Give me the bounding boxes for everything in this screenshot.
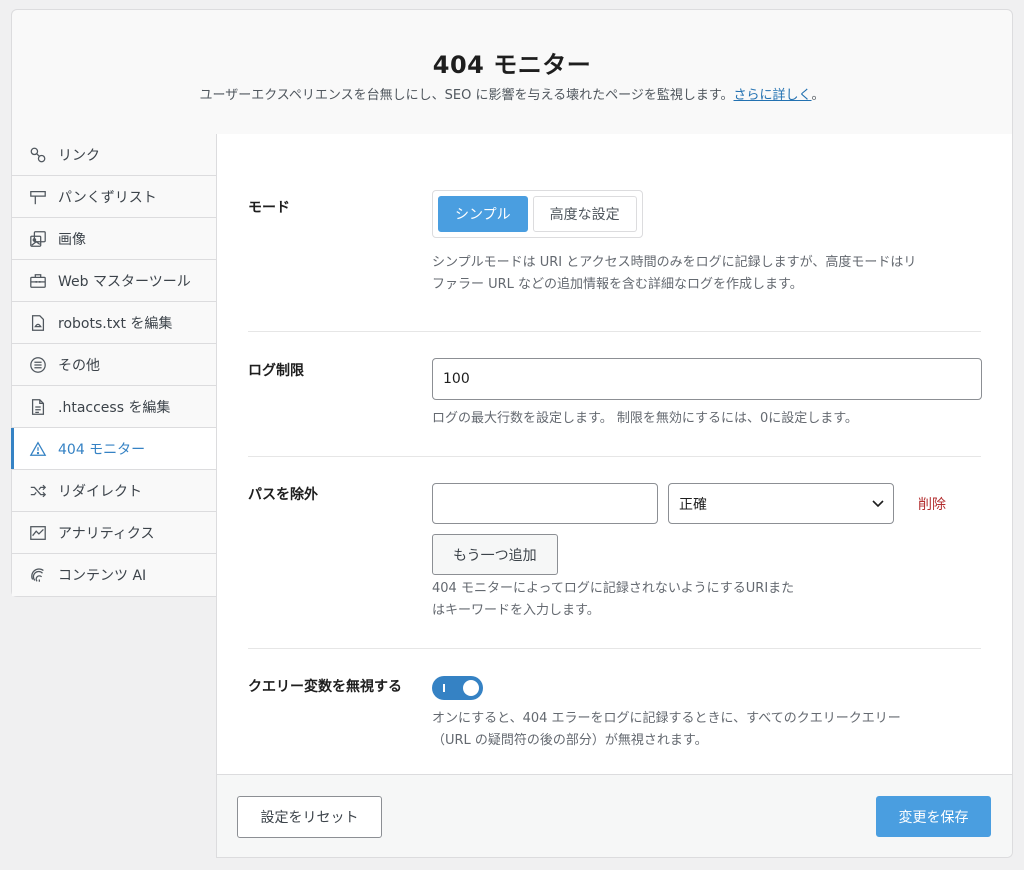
sidebar-item-label: その他 xyxy=(58,357,100,374)
sidebar-item-label: アナリティクス xyxy=(58,525,155,542)
sidebar-item-label: robots.txt を編集 xyxy=(58,315,173,332)
sidebar-nav: リンク パンくずリスト 画像 Web マスターツール robots.txt を編… xyxy=(11,134,217,597)
mode-label: モード xyxy=(248,200,290,216)
fingerprint-icon xyxy=(28,565,48,585)
sidebar-item-content-ai[interactable]: コンテンツ AI xyxy=(12,554,216,596)
image-icon xyxy=(28,229,48,249)
sidebar-item-label: 画像 xyxy=(58,231,86,248)
match-type-value: 正確 xyxy=(679,496,707,513)
shuffle-icon xyxy=(28,481,48,501)
sidebar-item-label: パンくずリスト xyxy=(58,189,157,206)
exclude-path-input[interactable] xyxy=(432,483,658,524)
ignore-query-help-line: オンにすると、404 エラーをログに記録するときに、すべてのクエリークエリー xyxy=(432,711,901,726)
warning-icon xyxy=(28,439,48,459)
sidebar-item-label: コンテンツ AI xyxy=(58,568,147,584)
sidebar-item-others[interactable]: その他 xyxy=(12,344,216,386)
sidebar-item-htaccess[interactable]: .htaccess を編集 xyxy=(12,386,216,428)
signpost-icon xyxy=(28,187,48,207)
ignore-query-field: オンにすると、404 エラーをログに記録するときに、すべてのクエリークエリー （… xyxy=(432,676,992,752)
sidebar-item-robots-txt[interactable]: robots.txt を編集 xyxy=(12,302,216,344)
sidebar-item-analytics[interactable]: アナリティクス xyxy=(12,512,216,554)
ignore-query-help: オンにすると、404 エラーをログに記録するときに、すべてのクエリークエリー （… xyxy=(432,708,992,752)
log-limit-input[interactable] xyxy=(432,358,982,400)
settings-footer: 設定をリセット 変更を保存 xyxy=(217,774,1012,857)
robot-file-icon xyxy=(28,313,48,333)
chart-icon xyxy=(28,523,48,543)
page-header: 404 モニター ユーザーエクスペリエンスを台無しにし、SEO に影響を与える壊… xyxy=(11,9,1013,135)
list-circle-icon xyxy=(28,355,48,375)
ignore-query-label: クエリー変数を無視する xyxy=(248,679,402,695)
sidebar-item-label: リンク xyxy=(58,147,100,164)
toggle-knob xyxy=(463,680,479,696)
log-limit-label: ログ制限 xyxy=(248,363,304,379)
mode-advanced-button[interactable]: 高度な設定 xyxy=(532,196,637,232)
mode-simple-button[interactable]: シンプル xyxy=(438,196,528,232)
exclude-paths-help-line: はキーワードを入力します。 xyxy=(432,603,600,618)
toolbox-icon xyxy=(28,271,48,291)
ignore-query-toggle[interactable] xyxy=(432,676,483,700)
sidebar-item-breadcrumbs[interactable]: パンくずリスト xyxy=(12,176,216,218)
exclude-paths-field: 正確 削除 もう一つ追加 404 モニターによってログに記録されないようにするU… xyxy=(432,483,972,643)
sidebar-item-404-monitor[interactable]: 404 モニター xyxy=(11,428,217,470)
setting-row-mode: モード シンプル 高度な設定 シンプルモードは URI とアクセス時間のみをログ… xyxy=(248,190,981,332)
file-icon xyxy=(28,397,48,417)
sidebar-item-label: 404 モニター xyxy=(58,441,146,458)
sidebar-item-images[interactable]: 画像 xyxy=(12,218,216,260)
page-description: ユーザーエクスペリエンスを台無しにし、SEO に影響を与える壊れたページを監視し… xyxy=(12,84,1012,103)
mode-field: シンプル 高度な設定 シンプルモードは URI とアクセス時間のみをログに記録し… xyxy=(432,190,982,296)
mode-help: シンプルモードは URI とアクセス時間のみをログに記録しますが、高度モードはリ… xyxy=(432,252,982,296)
mode-help-line: シンプルモードは URI とアクセス時間のみをログに記録しますが、高度モードはリ xyxy=(432,255,917,270)
sidebar-item-links[interactable]: リンク xyxy=(12,134,216,176)
reset-settings-button[interactable]: 設定をリセット xyxy=(237,796,382,838)
add-another-button[interactable]: もう一つ追加 xyxy=(432,534,558,575)
save-changes-button[interactable]: 変更を保存 xyxy=(876,796,991,837)
sidebar-item-label: リダイレクト xyxy=(58,483,142,500)
learn-more-link[interactable]: さらに詳しく xyxy=(734,88,812,103)
sidebar-item-label: Web マスターツール xyxy=(58,273,191,290)
setting-row-log-limit: ログ制限 ログの最大行数を設定します。 制限を無効にするには、0に設定します。 xyxy=(248,332,982,457)
settings-panel: 404 モニター ユーザーエクスペリエンスを台無しにし、SEO に影響を与える壊… xyxy=(11,9,1013,858)
log-limit-field: ログの最大行数を設定します。 制限を無効にするには、0に設定します。 xyxy=(432,358,982,430)
add-path-wrap: もう一つ追加 xyxy=(432,534,558,575)
setting-row-exclude-paths: パスを除外 正確 削除 もう一つ追加 404 モニターによってログに記録されない… xyxy=(248,457,981,649)
sidebar-item-label: .htaccess を編集 xyxy=(58,399,171,416)
mode-help-line: ファラー URL などの追加情報を含む詳細なログを作成します。 xyxy=(432,277,803,292)
description-text: ユーザーエクスペリエンスを台無しにし、SEO に影響を与える壊れたページを監視し… xyxy=(199,88,734,103)
link-icon xyxy=(28,145,48,165)
sidebar-item-webmaster-tools[interactable]: Web マスターツール xyxy=(12,260,216,302)
toggle-on-indicator xyxy=(443,684,445,692)
description-period: 。 xyxy=(811,88,825,103)
mode-toggle-group: シンプル 高度な設定 xyxy=(432,190,643,238)
settings-content: モード シンプル 高度な設定 シンプルモードは URI とアクセス時間のみをログ… xyxy=(216,134,1013,858)
setting-row-ignore-query: クエリー変数を無視する オンにすると、404 エラーをログに記録するときに、すべ… xyxy=(248,649,981,774)
log-limit-help: ログの最大行数を設定します。 制限を無効にするには、0に設定します。 xyxy=(432,411,858,426)
chevron-down-icon xyxy=(872,500,884,508)
delete-path-button[interactable]: 削除 xyxy=(918,494,946,514)
match-type-select[interactable]: 正確 xyxy=(668,483,894,524)
exclude-paths-label: パスを除外 xyxy=(248,487,318,503)
sidebar-item-redirections[interactable]: リダイレクト xyxy=(12,470,216,512)
exclude-paths-help-line: 404 モニターによってログに記録されないようにするURIまた xyxy=(432,581,795,596)
ignore-query-help-line: （URL の疑問符の後の部分）が無視されます。 xyxy=(432,733,708,748)
exclude-paths-help: 404 モニターによってログに記録されないようにするURIまた はキーワードを入… xyxy=(432,578,852,622)
page-title: 404 モニター xyxy=(432,51,592,79)
